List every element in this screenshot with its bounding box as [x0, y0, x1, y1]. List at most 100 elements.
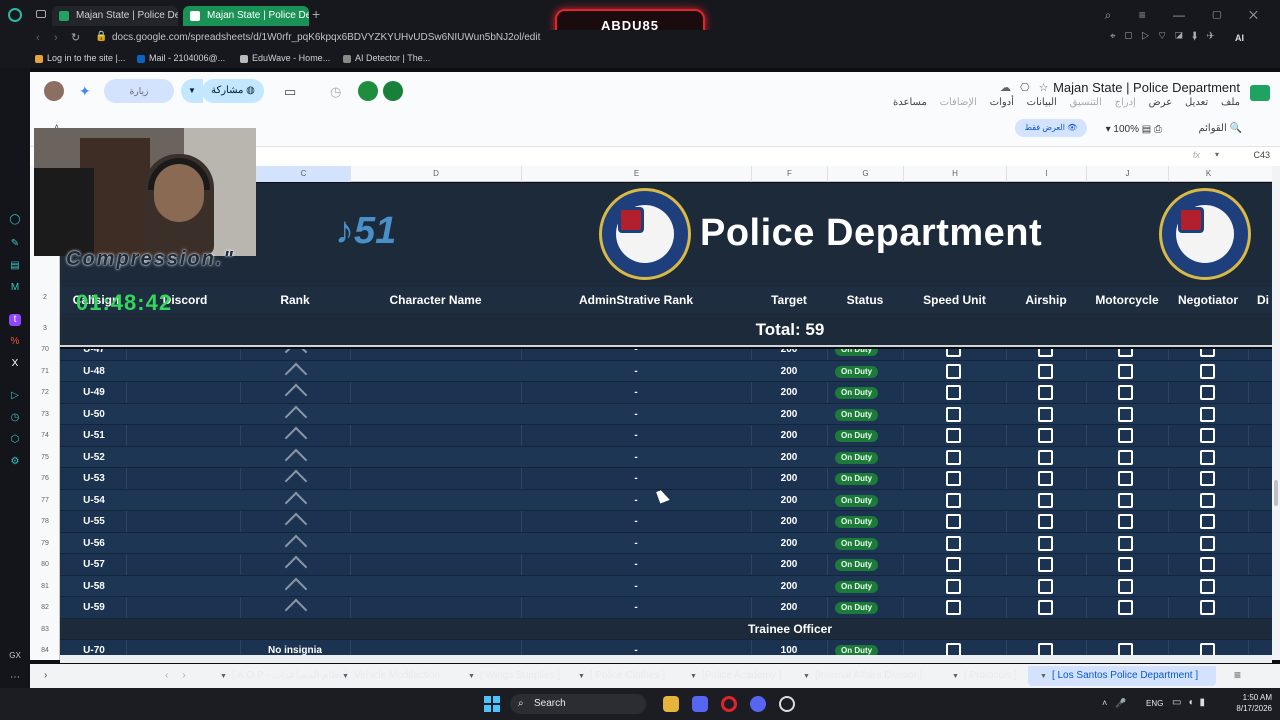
- checkbox[interactable]: [1200, 449, 1215, 465]
- app-icon[interactable]: [779, 696, 795, 712]
- checkbox[interactable]: [1118, 471, 1133, 486]
- checkbox[interactable]: [1118, 385, 1133, 400]
- discord-icon[interactable]: [692, 696, 708, 712]
- row-number[interactable]: 72: [30, 389, 60, 396]
- checkbox[interactable]: [1200, 428, 1215, 443]
- row-number[interactable]: 84: [30, 647, 60, 654]
- checkbox[interactable]: [1200, 535, 1215, 551]
- checkbox[interactable]: [946, 514, 961, 529]
- checkbox[interactable]: [1200, 406, 1215, 422]
- sheet-tab[interactable]: ▼ [ Police Clothes ]: [578, 670, 665, 681]
- row-number[interactable]: 75: [30, 454, 60, 461]
- header-negotiator[interactable]: Negotiator: [1168, 287, 1248, 313]
- checkbox[interactable]: [1038, 471, 1053, 486]
- checkbox[interactable]: [946, 349, 961, 357]
- extension-flag-icon[interactable]: [383, 81, 403, 101]
- table-row[interactable]: U-50 - 200 On Duty: [60, 403, 1272, 428]
- checkbox[interactable]: [1118, 406, 1133, 422]
- checkbox[interactable]: [1118, 349, 1133, 357]
- checkbox[interactable]: [1118, 449, 1133, 465]
- file-explorer-icon[interactable]: [663, 696, 679, 712]
- checkbox[interactable]: [946, 578, 961, 594]
- header-status[interactable]: Status: [827, 287, 903, 313]
- gemini-icon[interactable]: ✦: [79, 83, 91, 100]
- share-dropdown-button[interactable]: ▼: [181, 79, 203, 103]
- system-tray-icons[interactable]: ▭◖▮: [1172, 697, 1211, 708]
- taskbar-clock[interactable]: 1:50 AM 8/17/2026: [1224, 692, 1272, 714]
- checkbox[interactable]: [946, 492, 961, 508]
- tab-menu-icon[interactable]: ▼: [342, 673, 349, 680]
- menu-insert[interactable]: إدراج: [1115, 97, 1136, 108]
- row-number[interactable]: 83: [30, 626, 60, 633]
- present-icon[interactable]: ▭: [284, 84, 296, 100]
- checkbox[interactable]: [1118, 363, 1133, 379]
- browser-tab-active[interactable]: Majan State | Police Depar: [183, 6, 309, 26]
- checkbox[interactable]: [1038, 385, 1053, 400]
- row-number[interactable]: 2: [30, 294, 60, 301]
- checkbox[interactable]: [1038, 557, 1053, 572]
- checkbox[interactable]: [1038, 449, 1053, 465]
- sidebar-play-icon[interactable]: ▷: [9, 390, 21, 402]
- header-admin-rank[interactable]: AdminStrative Rank: [521, 287, 751, 313]
- language-indicator[interactable]: ENG: [1146, 699, 1163, 708]
- row-number[interactable]: 82: [30, 604, 60, 611]
- bookmark-item[interactable]: Log in to the site |...: [35, 53, 125, 63]
- table-row[interactable]: U-49 - 200 On Duty: [60, 382, 1272, 407]
- avatar[interactable]: [44, 81, 64, 101]
- checkbox[interactable]: [1038, 406, 1053, 422]
- all-sheets-icon[interactable]: ≡: [1234, 668, 1241, 682]
- checkbox[interactable]: [1038, 514, 1053, 529]
- header-target[interactable]: Target: [751, 287, 827, 313]
- tab-manager-icon[interactable]: [36, 10, 46, 18]
- tab-scroll-arrows[interactable]: ‹›: [165, 670, 200, 681]
- row-number[interactable]: 81: [30, 583, 60, 590]
- row-number[interactable]: 73: [30, 411, 60, 418]
- name-box-dropdown-icon[interactable]: ▾: [1215, 150, 1219, 159]
- sidebar-gx-icon[interactable]: GX: [9, 650, 21, 662]
- table-row[interactable]: U-56 - 200 On Duty: [60, 532, 1272, 557]
- checkbox[interactable]: [1200, 363, 1215, 379]
- column-header[interactable]: H: [903, 166, 1006, 182]
- menu-edit[interactable]: تعديل: [1185, 97, 1208, 108]
- row-number[interactable]: 77: [30, 497, 60, 504]
- checkbox[interactable]: [1118, 600, 1133, 615]
- sidebar-x-icon[interactable]: X: [9, 358, 21, 370]
- view-only-badge[interactable]: العرض فقط 👁: [1015, 119, 1087, 137]
- checkbox[interactable]: [1038, 643, 1053, 655]
- column-header[interactable]: G: [827, 166, 903, 182]
- zoom-select[interactable]: ▾ 100% ▤ ⎙: [1106, 124, 1162, 135]
- tab-menu-icon[interactable]: ▼: [220, 673, 227, 680]
- checkbox[interactable]: [1038, 492, 1053, 508]
- sheets-logo-icon[interactable]: [1250, 85, 1270, 101]
- table-row[interactable]: U-53 - 200 On Duty: [60, 468, 1272, 493]
- row-number[interactable]: 3: [30, 325, 60, 332]
- table-row[interactable]: U-47 - 200 On Duty: [60, 349, 1272, 364]
- header-speed-unit[interactable]: Speed Unit: [903, 287, 1006, 313]
- header-airship[interactable]: Airship: [1006, 287, 1086, 313]
- vertical-scrollbar[interactable]: [1272, 166, 1280, 660]
- table-row[interactable]: U-48 - 200 On Duty: [60, 360, 1272, 385]
- menu-extensions[interactable]: الإضافات: [940, 97, 977, 108]
- sheet-tab[interactable]: ▼ [ Wings Supplies ]: [468, 670, 560, 681]
- sheet-tab[interactable]: ▼ Vehicle Modifaction: [342, 670, 440, 681]
- taskbar-search[interactable]: ⌕ Search: [510, 694, 646, 714]
- sheet-tab[interactable]: ▼ [ Los Santos Police Department ]: [1040, 670, 1198, 681]
- column-header[interactable]: C: [256, 166, 350, 182]
- tray-icons[interactable]: ˄🎤: [1102, 698, 1134, 709]
- history-icon[interactable]: ◷: [330, 84, 341, 100]
- sidebar-mail-icon[interactable]: M: [9, 282, 21, 294]
- checkbox[interactable]: [1118, 557, 1133, 572]
- header-partial[interactable]: Di: [1254, 287, 1272, 313]
- row-number[interactable]: 74: [30, 432, 60, 439]
- checkbox[interactable]: [1200, 514, 1215, 529]
- menu-help[interactable]: مساعدة: [893, 97, 927, 108]
- table-row[interactable]: U-57 - 200 On Duty: [60, 554, 1272, 579]
- sidebar-twitch-icon[interactable]: t: [9, 314, 21, 326]
- column-header[interactable]: E: [521, 166, 751, 182]
- row-number[interactable]: 80: [30, 561, 60, 568]
- checkbox[interactable]: [1200, 471, 1215, 486]
- sheet-tab[interactable]: ▼ [Police Academy ]: [690, 670, 781, 681]
- section-row[interactable]: Trainee Officer: [60, 618, 1272, 640]
- checkbox[interactable]: [1118, 643, 1133, 655]
- menu-search[interactable]: القوائم 🔍: [1198, 123, 1242, 134]
